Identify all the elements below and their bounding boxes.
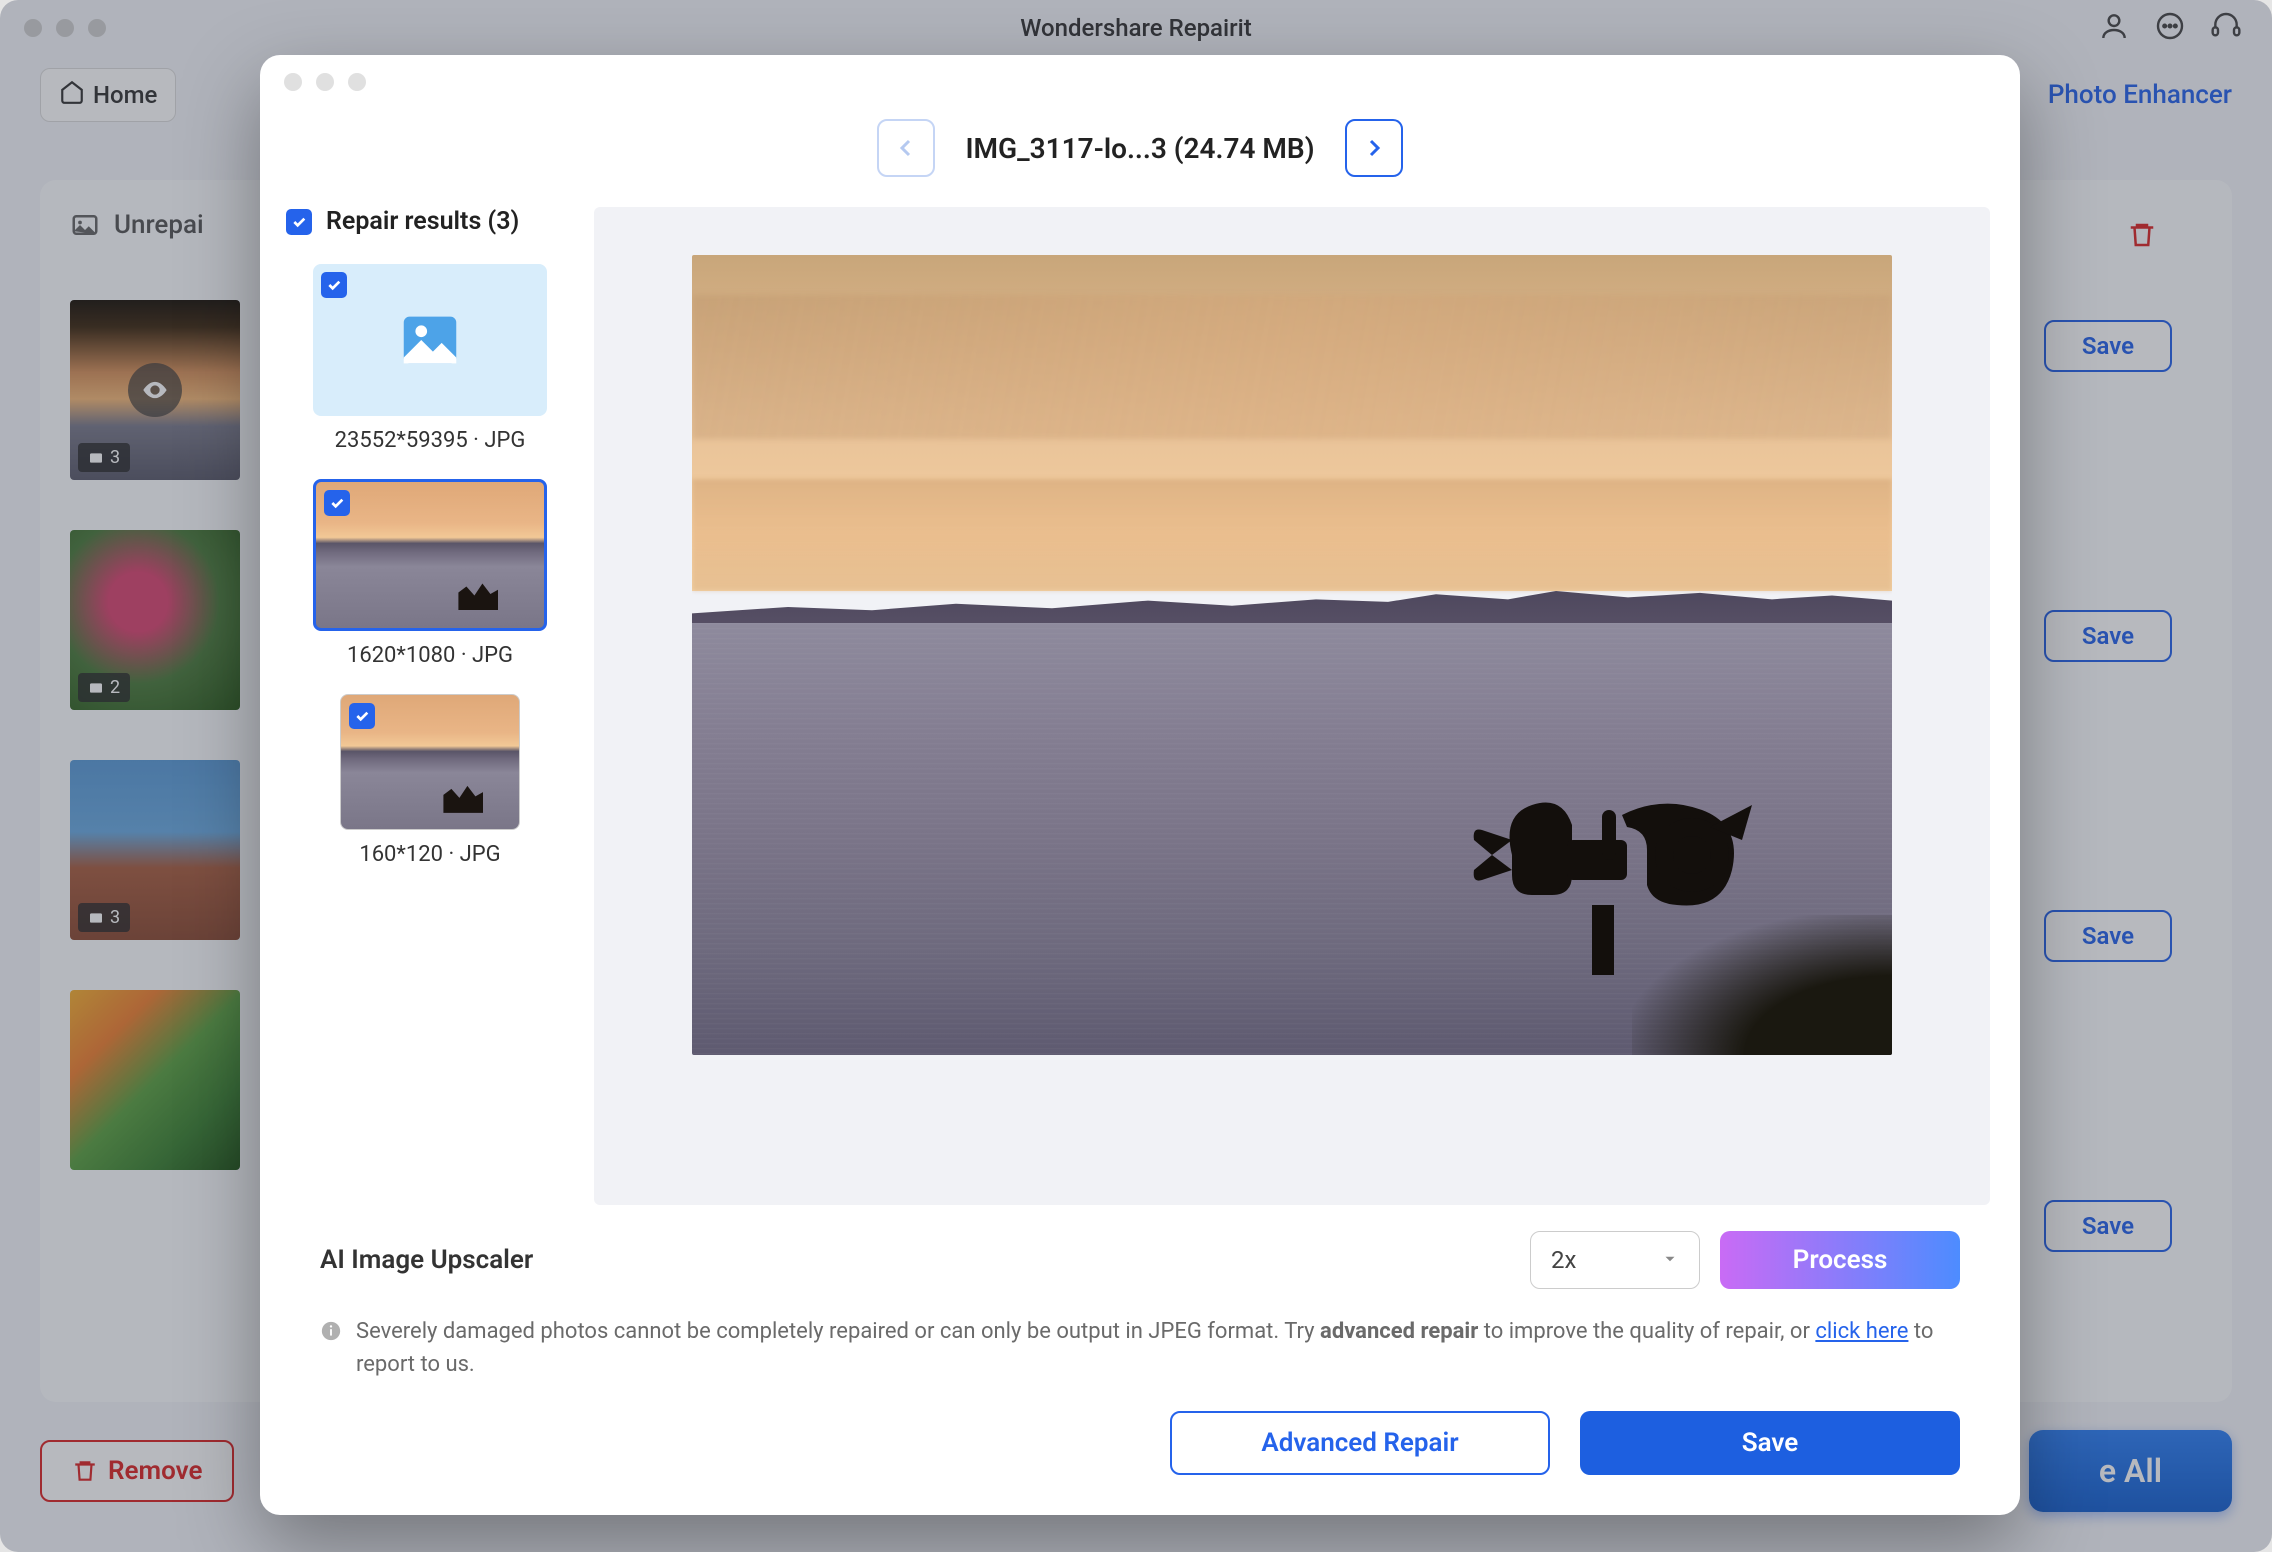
result-label: 160*120 · JPG xyxy=(286,842,574,867)
results-title: Repair results (3) xyxy=(326,207,519,236)
modal-footer: Advanced Repair Save xyxy=(260,1401,2020,1515)
file-title: IMG_3117-lo...3 (24.74 MB) xyxy=(965,132,1314,165)
modal-traffic-lights xyxy=(260,55,2020,109)
upscaler-bar: AI Image Upscaler 2x Process xyxy=(260,1205,2020,1315)
process-button[interactable]: Process xyxy=(1720,1231,1960,1289)
result-checkbox[interactable] xyxy=(349,703,375,729)
prev-button[interactable] xyxy=(877,119,935,177)
next-button[interactable] xyxy=(1345,119,1403,177)
result-checkbox[interactable] xyxy=(324,490,350,516)
image-placeholder-icon xyxy=(395,305,465,375)
result-item-2[interactable]: 160*120 · JPG xyxy=(286,694,574,867)
modal-minimize[interactable] xyxy=(316,73,334,91)
advanced-repair-button[interactable]: Advanced Repair xyxy=(1170,1411,1550,1475)
scale-select[interactable]: 2x xyxy=(1530,1231,1700,1289)
result-label: 23552*59395 · JPG xyxy=(286,428,574,453)
result-item-0[interactable]: 23552*59395 · JPG xyxy=(286,264,574,453)
result-checkbox[interactable] xyxy=(321,272,347,298)
app-window: Wondershare Repairit Home Photo Enhancer… xyxy=(0,0,2272,1552)
preview-image xyxy=(692,255,1892,1055)
report-link[interactable]: click here xyxy=(1815,1319,1908,1344)
sculpture-silhouette xyxy=(1462,755,1772,975)
result-label: 1620*1080 · JPG xyxy=(286,643,574,668)
result-thumb-small xyxy=(340,694,520,830)
info-icon xyxy=(320,1319,342,1352)
result-thumb-selected xyxy=(313,479,547,631)
repair-results-modal: IMG_3117-lo...3 (24.74 MB) Repair result… xyxy=(260,55,2020,1515)
result-item-1[interactable]: 1620*1080 · JPG xyxy=(286,479,574,668)
notice-bar: Severely damaged photos cannot be comple… xyxy=(260,1315,2020,1401)
results-sidebar: Repair results (3) 23552*59395 · JPG 162… xyxy=(274,207,574,1205)
notice-text: Severely damaged photos cannot be comple… xyxy=(356,1315,1960,1381)
scale-value: 2x xyxy=(1551,1246,1576,1274)
modal-close[interactable] xyxy=(284,73,302,91)
result-thumb-placeholder xyxy=(313,264,547,416)
preview-pane xyxy=(594,207,1990,1205)
modal-zoom[interactable] xyxy=(348,73,366,91)
save-button[interactable]: Save xyxy=(1580,1411,1960,1475)
modal-header: IMG_3117-lo...3 (24.74 MB) xyxy=(260,109,2020,207)
chevron-down-icon xyxy=(1661,1246,1679,1274)
select-all-checkbox[interactable] xyxy=(286,209,312,235)
upscaler-title: AI Image Upscaler xyxy=(320,1245,533,1275)
results-header: Repair results (3) xyxy=(286,207,574,236)
